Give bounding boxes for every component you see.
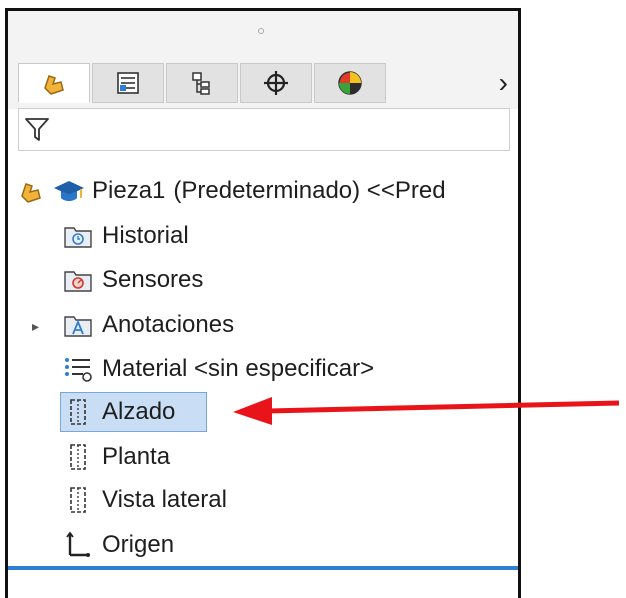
annotation-arrow-icon xyxy=(233,397,620,425)
